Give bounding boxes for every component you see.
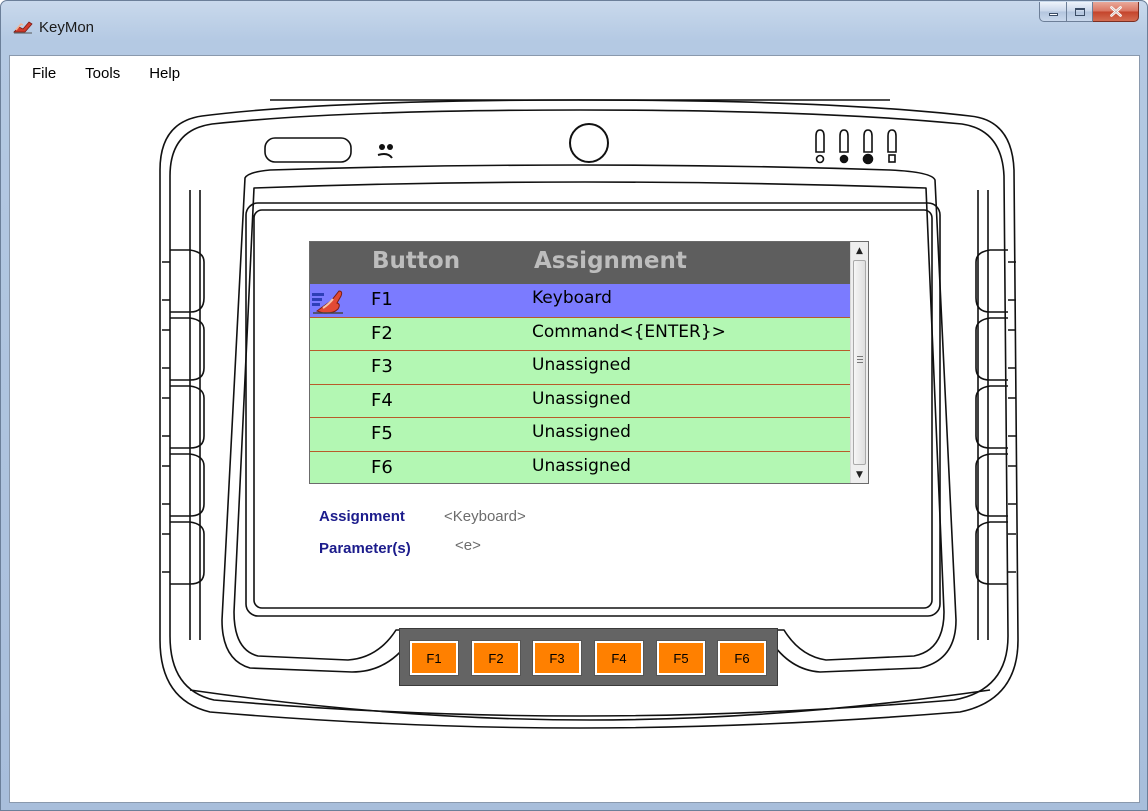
row-assignment-label: Keyboard — [532, 288, 612, 308]
assignment-grid[interactable]: Button Assignment F1 Keyboard F2 Command… — [309, 241, 869, 484]
close-icon — [1109, 6, 1122, 17]
function-key-f5[interactable]: F5 — [656, 640, 706, 676]
column-header-assignment[interactable]: Assignment — [534, 248, 687, 274]
grid-row-f6[interactable]: F6 Unassigned — [310, 451, 850, 483]
row-assignment-label: Command<{ENTER}> — [532, 321, 726, 342]
status-led-icons — [815, 129, 897, 165]
menu-bar: File Tools Help — [10, 56, 1139, 90]
function-key-f6[interactable]: F6 — [717, 640, 767, 676]
grid-rows: F1 Keyboard F2 Command<{ENTER}> F3 Unass… — [310, 284, 850, 483]
grid-row-f4[interactable]: F4 Unassigned — [310, 384, 850, 418]
row-button-label: F5 — [371, 423, 393, 444]
grid-row-f1[interactable]: F1 Keyboard — [310, 284, 850, 318]
minimize-icon — [1048, 13, 1058, 16]
menu-help[interactable]: Help — [149, 65, 180, 82]
scrollbar-thumb[interactable] — [853, 260, 866, 465]
caption-buttons — [1039, 2, 1139, 22]
row-assignment-label: Unassigned — [532, 455, 631, 476]
row-assignment-label: Unassigned — [532, 388, 631, 409]
menu-file[interactable]: File — [32, 65, 56, 82]
keymon-hand-icon — [13, 21, 33, 34]
grid-row-f3[interactable]: F3 Unassigned — [310, 351, 850, 385]
assignment-label: Assignment — [319, 508, 405, 525]
parameters-value: <e> — [455, 537, 481, 554]
row-button-label: F3 — [371, 356, 393, 377]
row-button-label: F1 — [371, 289, 393, 310]
maximize-icon — [1074, 7, 1085, 16]
function-key-f4[interactable]: F4 — [594, 640, 644, 676]
grid-vertical-scrollbar[interactable]: ▲ ▼ — [850, 242, 868, 483]
grid-row-f2[interactable]: F2 Command<{ENTER}> — [310, 317, 850, 351]
scroll-up-arrow-icon[interactable]: ▲ — [851, 242, 868, 259]
column-header-button[interactable]: Button — [372, 248, 460, 274]
row-assignment-label: Unassigned — [532, 422, 631, 442]
function-key-f1[interactable]: F1 — [409, 640, 459, 676]
row-assignment-label: Unassigned — [532, 355, 631, 375]
function-key-bar: F1 F2 F3 F4 F5 F6 — [399, 628, 778, 686]
title-bar[interactable]: KeyMon — [1, 1, 1147, 51]
grid-header: Button Assignment — [310, 242, 850, 284]
close-button[interactable] — [1093, 2, 1139, 22]
scroll-down-arrow-icon[interactable]: ▼ — [851, 466, 868, 483]
row-button-label: F2 — [371, 322, 393, 344]
row-button-label: F6 — [371, 456, 393, 478]
window-title: KeyMon — [39, 19, 95, 36]
assignment-value: <Keyboard> — [444, 508, 526, 525]
scrollbar-grip-icon — [857, 356, 863, 363]
speaker-icon — [377, 144, 393, 159]
maximize-button[interactable] — [1067, 2, 1093, 22]
minimize-button[interactable] — [1039, 2, 1067, 22]
function-key-f3[interactable]: F3 — [532, 640, 582, 676]
row-button-label: F4 — [371, 389, 393, 411]
parameters-label: Parameter(s) — [319, 540, 411, 557]
grid-row-f5[interactable]: F5 Unassigned — [310, 418, 850, 452]
menu-tools[interactable]: Tools — [85, 65, 120, 82]
function-key-f2[interactable]: F2 — [471, 640, 521, 676]
keyboard-hand-icon — [312, 290, 343, 314]
